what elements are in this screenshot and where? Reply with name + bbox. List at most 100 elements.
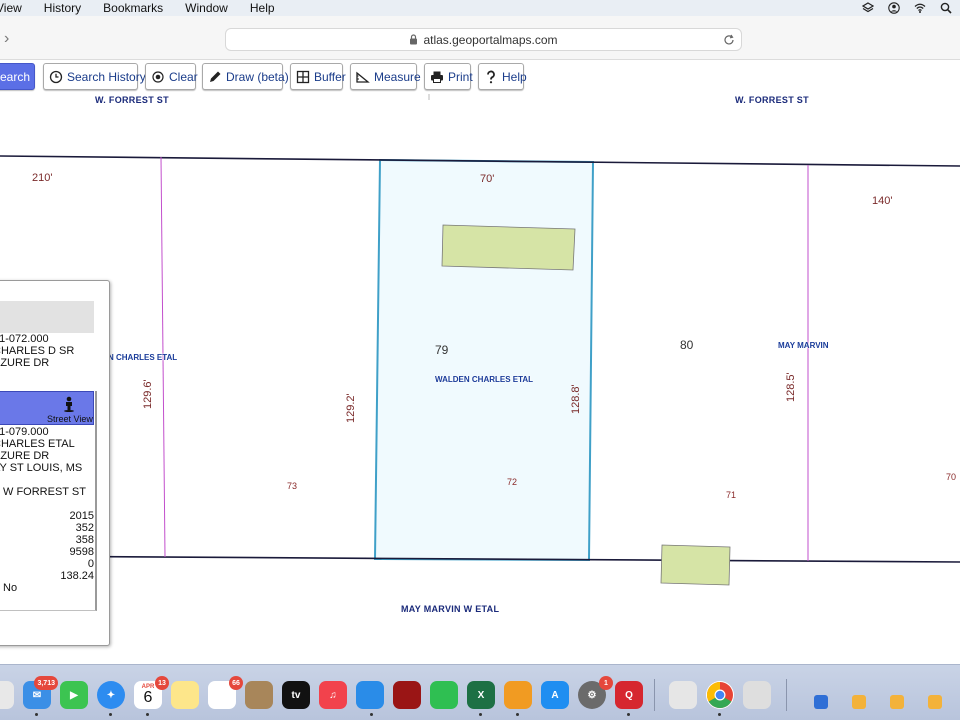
chrome-icon[interactable] xyxy=(706,681,734,709)
help-button[interactable]: Help xyxy=(478,63,527,90)
forward-arrow-icon[interactable]: › xyxy=(4,30,9,48)
quicken-icon[interactable]: Q xyxy=(615,681,643,709)
running-indicator xyxy=(627,713,630,716)
menu-window[interactable]: Window xyxy=(185,1,228,15)
buffer-button[interactable]: Buffer xyxy=(290,63,346,90)
vpn-icon[interactable] xyxy=(393,681,421,709)
lot-number: 79 xyxy=(435,343,449,357)
street-label: W. FORREST ST xyxy=(735,95,809,105)
menu-history[interactable]: History xyxy=(44,1,81,15)
running-indicator xyxy=(109,713,112,716)
draw-button[interactable]: Draw (beta) xyxy=(202,63,289,90)
menu-help[interactable]: Help xyxy=(250,1,275,15)
clear-button[interactable]: Clear xyxy=(145,63,198,90)
buffer-label: Buffer xyxy=(314,69,346,84)
dimension-label: 70' xyxy=(480,173,495,185)
building-footprint[interactable] xyxy=(441,224,576,271)
owner-name: CHARLES ETAL xyxy=(0,438,75,450)
dimension-label: 210' xyxy=(32,172,53,184)
record-flag: No xyxy=(3,582,18,594)
street-label: MAY MARVIN W ETAL xyxy=(401,604,500,614)
numbers-icon[interactable] xyxy=(430,681,458,709)
printer-icon xyxy=(431,71,443,83)
layers-icon[interactable] xyxy=(862,2,874,14)
user-icon[interactable] xyxy=(888,2,900,14)
ruler-icon xyxy=(356,71,370,83)
keynote-icon[interactable] xyxy=(356,681,384,709)
running-indicator xyxy=(516,713,519,716)
help-label: Help xyxy=(502,69,527,84)
contacts-icon[interactable] xyxy=(245,681,273,709)
pages-icon[interactable] xyxy=(504,681,532,709)
preview-icon[interactable] xyxy=(669,681,697,709)
record-icon xyxy=(152,70,164,83)
reminders-icon[interactable]: 66 xyxy=(208,676,243,709)
record-value: 138.24 xyxy=(60,570,94,582)
pegman-icon[interactable] xyxy=(62,396,76,412)
music-icon[interactable]: ♫ xyxy=(319,681,347,709)
reminders-badge: 66 xyxy=(229,676,243,690)
owner-label: N CHARLES ETAL xyxy=(108,353,178,362)
calendar-badge: 13 xyxy=(155,676,169,690)
dock-separator xyxy=(786,679,787,711)
launchpad-icon[interactable] xyxy=(0,681,14,709)
street-label: W. FORREST ST xyxy=(95,95,169,105)
search-button[interactable]: Search xyxy=(0,63,35,90)
mail-icon[interactable]: ✉ 3,713 xyxy=(23,676,58,709)
mail-badge: 3,713 xyxy=(34,676,58,690)
building-footprint[interactable] xyxy=(660,544,731,586)
search-history-button[interactable]: Search History xyxy=(43,63,146,90)
minimized-window-icon[interactable] xyxy=(928,695,942,709)
measure-label: Measure xyxy=(374,69,421,84)
calendar-icon[interactable]: APR 6 13 xyxy=(134,676,169,709)
running-indicator xyxy=(146,713,149,716)
owner-address: AZURE DR xyxy=(0,450,50,462)
clear-label: Clear xyxy=(169,69,198,84)
url-text: atlas.geoportalmaps.com xyxy=(423,32,558,47)
reload-icon[interactable] xyxy=(723,34,735,46)
safari-icon[interactable]: ✦ xyxy=(97,681,125,709)
screenshot-icon[interactable] xyxy=(743,681,771,709)
menu-view[interactable]: View xyxy=(0,1,22,15)
wifi-icon[interactable] xyxy=(914,2,926,14)
minimized-window-icon[interactable] xyxy=(814,695,828,709)
selected-parcel[interactable] xyxy=(373,158,595,562)
app-store-icon[interactable]: A xyxy=(541,681,569,709)
search-icon[interactable] xyxy=(940,2,952,14)
tv-icon[interactable]: tv xyxy=(282,681,310,709)
grid-icon xyxy=(296,70,310,83)
block-number: 72 xyxy=(507,477,518,487)
browser-toolbar: › atlas.geoportalmaps.com xyxy=(0,16,960,60)
calendar-day: 6 xyxy=(143,689,153,706)
street-view-header[interactable]: Street View xyxy=(0,391,94,425)
dimension-label: 129.6' xyxy=(142,379,154,409)
owner-label: MAY MARVIN xyxy=(778,341,829,350)
dimension-label: 129.2' xyxy=(345,393,357,423)
settings-icon[interactable]: ⚙ 1 xyxy=(578,676,613,709)
measure-button[interactable]: Measure xyxy=(350,63,421,90)
facetime-icon[interactable]: ▶ xyxy=(60,681,88,709)
minimized-window-icon[interactable] xyxy=(852,695,866,709)
excel-icon[interactable]: X xyxy=(467,681,495,709)
owner-label: WALDEN CHARLES ETAL xyxy=(435,375,534,384)
address-bar[interactable]: atlas.geoportalmaps.com xyxy=(225,28,742,51)
clock-icon xyxy=(49,70,63,83)
owner-name: CHARLES D SR xyxy=(0,345,75,357)
search-history-label: Search History xyxy=(67,69,146,84)
print-button[interactable]: Print xyxy=(424,63,473,90)
panel-header xyxy=(0,301,94,333)
menu-bookmarks[interactable]: Bookmarks xyxy=(103,1,163,15)
question-icon xyxy=(487,70,495,83)
dock: ✉ 3,713 ▶ ✦ APR 6 13 66 tv ♫ X A ⚙ 1 Q xyxy=(0,664,960,720)
minimized-window-icon[interactable] xyxy=(890,695,904,709)
parcel-info-panel[interactable]: 01-072.000 CHARLES D SR AZURE DR Street … xyxy=(0,280,110,646)
notes-icon[interactable] xyxy=(171,681,199,709)
dimension-label: 128.8' xyxy=(570,384,582,414)
owner-address: AZURE DR xyxy=(0,357,50,369)
running-indicator xyxy=(370,713,373,716)
dock-separator xyxy=(654,679,655,711)
map-canvas[interactable]: W. FORREST ST W. FORREST ST MAY MARVIN W… xyxy=(0,94,960,664)
running-indicator xyxy=(479,713,482,716)
block-number: 73 xyxy=(287,481,298,491)
street-view-link[interactable]: Street View xyxy=(47,414,93,424)
